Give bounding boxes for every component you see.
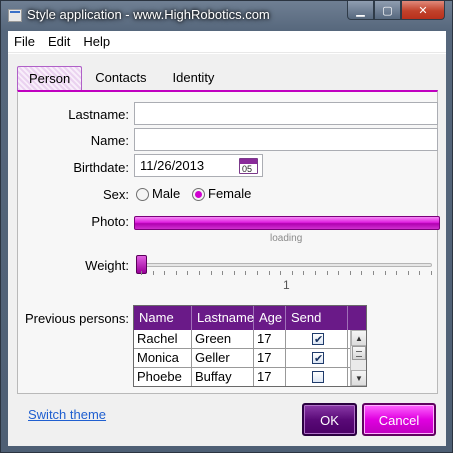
menu-help[interactable]: Help [77,32,116,52]
main-content: Person Contacts Identity Lastname: Name:… [8,54,446,446]
weight-slider-track[interactable] [136,263,432,267]
slider-tick [431,271,432,275]
menu-bar: File Edit Help [8,31,446,53]
weight-value: 1 [283,278,290,292]
cell-age[interactable]: 17 [254,330,286,349]
menu-file[interactable]: File [8,32,41,52]
birthdate-picker[interactable]: 11/26/2013 05 [134,154,263,177]
column-header-name[interactable]: Name [134,306,192,330]
sex-female-radio[interactable] [192,188,205,201]
slider-tick [245,271,247,275]
cell-send-sms [286,330,348,349]
cell-send-sms [286,368,348,386]
sex-female-label[interactable]: Female [208,186,251,201]
slider-tick [268,271,270,275]
slider-tick [222,271,224,275]
name-label: Name: [90,133,129,148]
sex-male-label[interactable]: Male [152,186,180,201]
slider-tick [315,271,316,275]
table-row[interactable]: Monica Geller 17 [134,349,350,368]
sex-label: Sex: [102,187,129,202]
slider-tick [384,271,386,275]
column-header-age[interactable]: Age [254,306,286,330]
cell-name[interactable]: Rachel [134,330,192,349]
birthdate-label: Birthdate: [73,160,129,175]
menu-edit[interactable]: Edit [42,32,76,52]
slider-tick [361,271,363,275]
previous-persons-grid[interactable]: Name Lastname Age Send sms Rachel Green 17… [133,305,367,387]
grid-vertical-scrollbar[interactable]: ▲ ▼ [350,330,366,386]
column-header-send-sms[interactable]: Send sms [286,306,348,348]
slider-tick [257,271,258,275]
tab-identity[interactable]: Identity [160,66,228,90]
send-sms-checkbox[interactable] [312,371,324,383]
slider-tick [326,271,328,275]
calendar-day: 05 [242,164,253,174]
slider-tick [175,271,177,275]
send-sms-checkbox[interactable] [312,331,324,349]
lastname-input[interactable] [134,102,438,125]
slider-tick [373,271,374,275]
app-window: Style application - www.HighRobotics.com… [0,0,453,453]
slider-tick [419,271,421,275]
person-tab-panel: Lastname: Name: Birthdate: 11/26/2013 05… [17,90,440,394]
slider-tick [396,271,398,275]
scroll-up-arrow-icon[interactable]: ▲ [351,330,366,346]
slider-tick [338,271,340,275]
slider-tick [233,271,235,275]
ok-button[interactable]: OK [302,403,357,436]
scroll-down-arrow-icon[interactable]: ▼ [351,370,366,386]
cell-name[interactable]: Phoebe [134,368,192,386]
cell-lastname[interactable]: Geller [192,349,254,368]
slider-tick [164,271,166,275]
name-input[interactable] [134,128,438,151]
birthdate-value: 11/26/2013 [140,158,205,173]
minimize-button[interactable]: ▁ [347,1,374,20]
calendar-icon[interactable]: 05 [239,158,258,174]
sex-male-radio[interactable] [136,188,149,201]
app-icon [8,9,22,22]
tab-strip: Person Contacts Identity [17,66,227,90]
tab-person[interactable]: Person [17,66,83,90]
slider-tick [210,271,212,275]
slider-tick [291,271,293,275]
photo-status: loading [270,233,303,244]
title-bar[interactable]: Style application - www.HighRobotics.com… [1,1,452,31]
cell-age[interactable]: 17 [254,349,286,368]
cell-send-sms [286,349,348,368]
cell-lastname[interactable]: Green [192,330,254,349]
grid-header: Name Lastname Age Send sms [134,306,366,348]
slider-tick [303,271,305,275]
previous-persons-label: Previous persons: [24,311,129,326]
column-header-spacer [348,306,366,330]
column-header-lastname[interactable]: Lastname [192,306,254,330]
maximize-button[interactable]: ▢ [374,1,401,20]
switch-theme-link[interactable]: Switch theme [28,407,106,422]
lastname-label: Lastname: [68,107,129,122]
slider-tick [187,271,189,275]
slider-tick [349,271,351,275]
client-area: File Edit Help Person Contacts Identity … [8,31,446,446]
slider-tick [407,271,409,275]
photo-label: Photo: [91,214,129,229]
photo-progress-bar [134,216,440,230]
slider-tick [141,271,142,275]
slider-tick [280,271,282,275]
tab-contacts[interactable]: Contacts [82,66,159,90]
close-button[interactable]: ✕ [401,1,445,20]
send-sms-checkbox[interactable] [312,350,324,368]
window-title: Style application - www.HighRobotics.com [27,7,270,22]
table-row[interactable]: Phoebe Buffay 17 [134,368,350,386]
scroll-thumb[interactable] [352,346,366,360]
cell-lastname[interactable]: Buffay [192,368,254,386]
slider-tick [199,271,200,275]
table-row[interactable]: Rachel Green 17 [134,330,350,349]
cell-age[interactable]: 17 [254,368,286,386]
window-controls: ▁ ▢ ✕ [347,1,445,21]
weight-label: Weight: [85,258,129,273]
cell-name[interactable]: Monica [134,349,192,368]
slider-tick [152,271,154,275]
cancel-button[interactable]: Cancel [362,403,436,436]
